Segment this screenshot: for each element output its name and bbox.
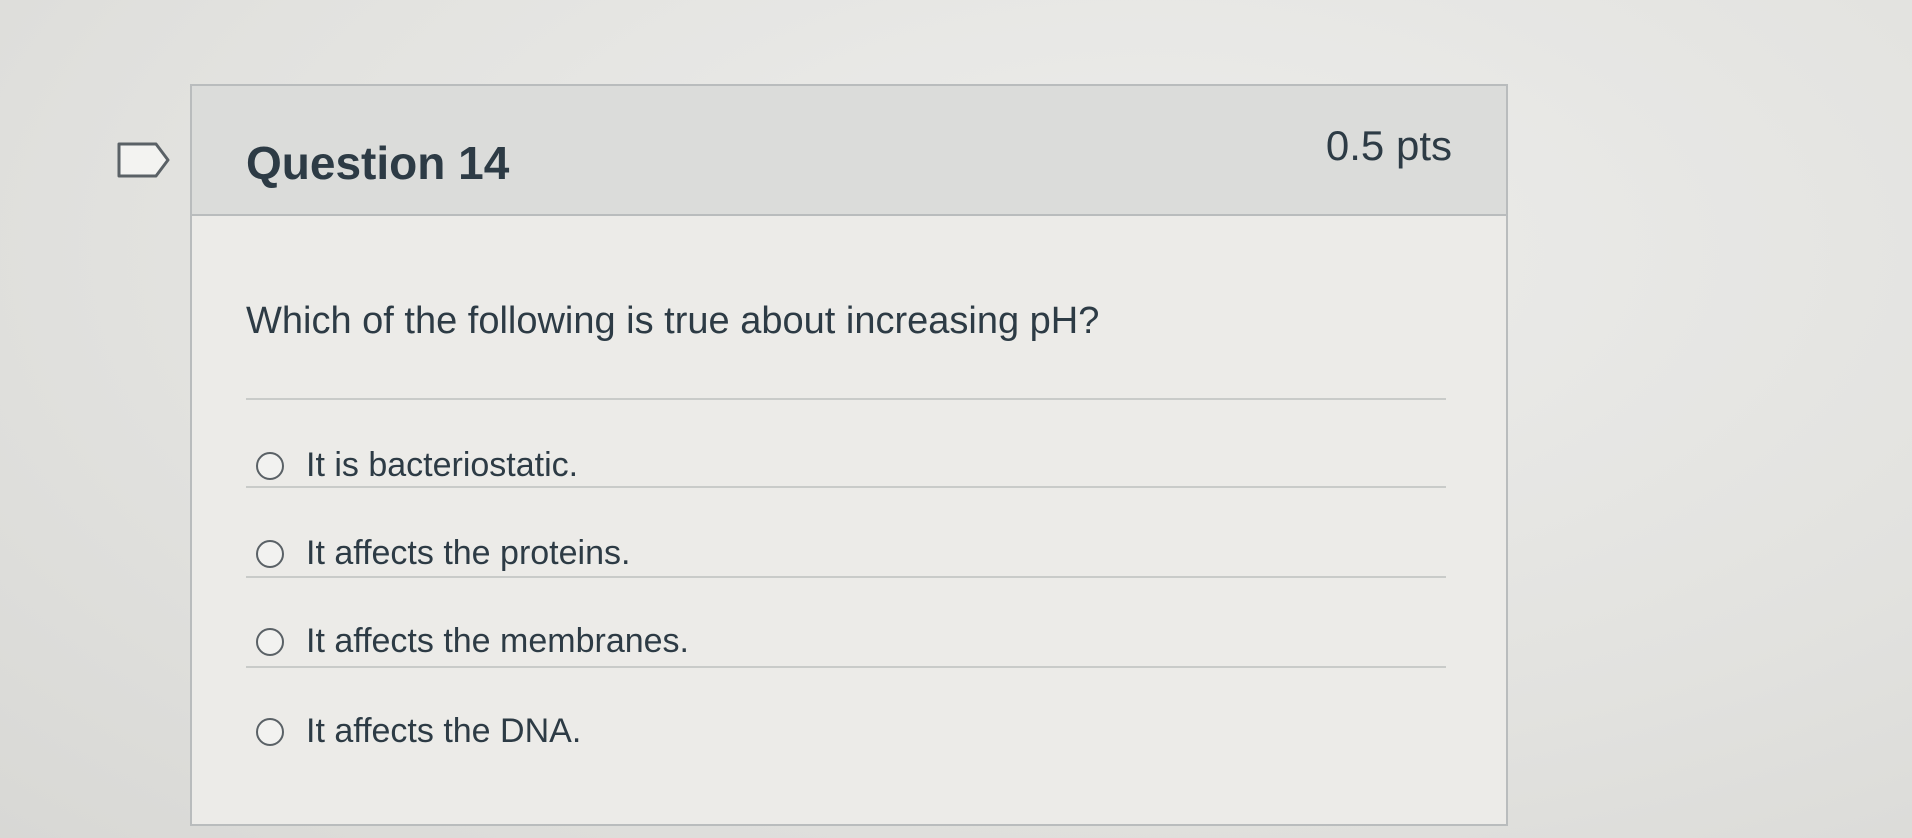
question-text: Which of the following is true about inc…: [246, 300, 1100, 342]
answer-label: It is bacteriostatic.: [306, 446, 579, 484]
answer-divider: [246, 398, 1446, 400]
radio-button[interactable]: [256, 539, 284, 568]
answer-option[interactable]: It affects the proteins.: [256, 534, 630, 573]
answer-divider: [246, 666, 1446, 668]
answer-option[interactable]: It affects the DNA.: [256, 712, 581, 751]
answer-divider: [246, 576, 1446, 578]
answer-option[interactable]: It is bacteriostatic.: [256, 446, 578, 485]
flag-icon: [116, 140, 172, 180]
radio-button[interactable]: [256, 717, 284, 746]
answer-label: It affects the proteins.: [306, 534, 631, 572]
question-card: Question 14 0.5 pts Which of the followi…: [190, 84, 1508, 826]
question-points: 0.5 pts: [1325, 122, 1452, 169]
answer-divider: [246, 486, 1446, 488]
answer-option[interactable]: It affects the membranes.: [256, 622, 689, 661]
quiz-page: Question 14 0.5 pts Which of the followi…: [0, 0, 1912, 838]
radio-button[interactable]: [256, 451, 284, 480]
radio-button[interactable]: [256, 627, 284, 656]
question-title: Question 14: [246, 137, 510, 189]
answer-label: It affects the membranes.: [306, 622, 689, 660]
answer-label: It affects the DNA.: [306, 712, 582, 750]
flag-question-button[interactable]: [116, 140, 172, 180]
question-header: Question 14 0.5 pts: [192, 86, 1506, 216]
